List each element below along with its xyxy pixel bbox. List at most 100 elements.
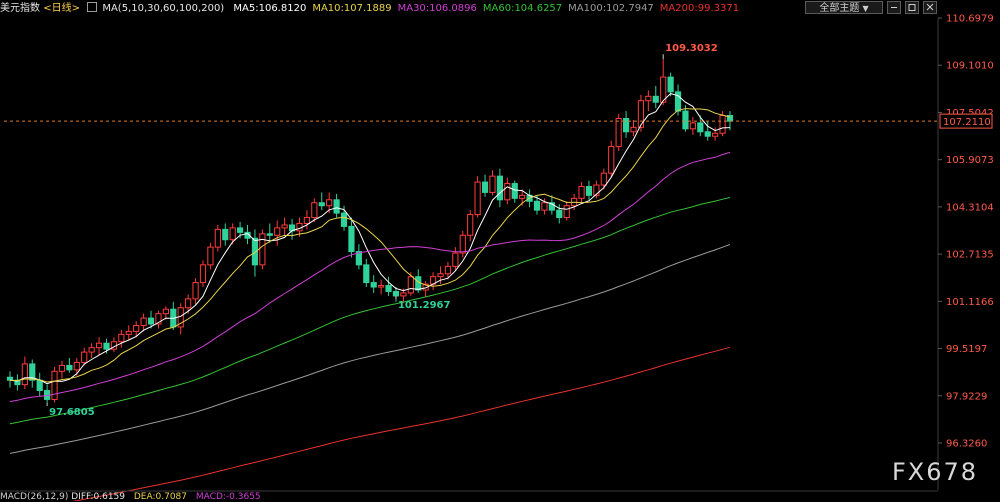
candle[interactable] <box>274 227 281 236</box>
header-period[interactable]: <日线> <box>43 3 80 14</box>
candle[interactable] <box>519 194 526 199</box>
candle[interactable] <box>303 217 311 224</box>
candle[interactable] <box>622 117 630 133</box>
candle[interactable] <box>489 175 496 193</box>
candle[interactable] <box>563 205 570 219</box>
candle[interactable] <box>608 146 615 174</box>
candle[interactable] <box>58 364 66 372</box>
candle[interactable] <box>73 361 80 371</box>
candle[interactable] <box>437 273 444 278</box>
candle[interactable] <box>266 233 273 236</box>
candle[interactable] <box>333 199 340 214</box>
candle[interactable] <box>378 285 385 288</box>
candle[interactable] <box>712 132 719 137</box>
annotation-label: 97.6805 <box>49 407 95 418</box>
candle[interactable] <box>600 172 607 186</box>
candle[interactable] <box>652 95 659 103</box>
candle[interactable] <box>95 342 103 349</box>
candle[interactable] <box>407 276 414 294</box>
candle[interactable] <box>192 282 199 300</box>
candle[interactable] <box>133 324 140 332</box>
candle[interactable] <box>415 276 422 291</box>
close-button[interactable] <box>923 1 937 14</box>
theme-dropdown[interactable]: 全部主题 ▼ <box>805 1 883 14</box>
candle[interactable] <box>326 199 333 207</box>
candle[interactable] <box>88 347 95 353</box>
candle[interactable] <box>222 228 229 241</box>
candle[interactable] <box>140 317 147 326</box>
candle[interactable] <box>496 175 503 201</box>
price-axis-label: 102.7135 <box>946 250 994 261</box>
price-axis-label: 110.6979 <box>946 14 994 25</box>
candle[interactable] <box>340 212 348 227</box>
candle[interactable] <box>237 227 244 233</box>
candle[interactable] <box>630 126 637 133</box>
candle[interactable] <box>51 370 58 400</box>
ma-value-label: MA100:102.7947 <box>568 3 654 14</box>
candle[interactable] <box>281 224 288 229</box>
candle[interactable] <box>615 117 622 148</box>
candle[interactable] <box>704 131 711 137</box>
price-axis-label: 99.5197 <box>946 344 987 355</box>
current-price-label: 107.2110 <box>943 117 991 128</box>
candle[interactable] <box>229 227 236 241</box>
price-axis-label: 105.9073 <box>946 155 994 166</box>
header-title: 美元指数 <box>0 3 40 14</box>
candle[interactable] <box>682 110 689 130</box>
candle[interactable] <box>533 200 541 211</box>
ma-spec: MA(5,10,30,60,100,200) <box>102 3 225 14</box>
candle[interactable] <box>481 181 489 193</box>
candle[interactable] <box>444 265 452 275</box>
candle[interactable] <box>541 202 548 211</box>
candle[interactable] <box>689 122 696 130</box>
candle[interactable] <box>667 76 674 93</box>
candle[interactable] <box>719 115 726 134</box>
candle[interactable] <box>585 185 593 196</box>
candle[interactable] <box>363 264 370 284</box>
candle[interactable] <box>392 290 400 297</box>
zoom-out-button[interactable] <box>887 1 901 14</box>
candle[interactable] <box>118 333 125 343</box>
candle[interactable] <box>259 233 266 266</box>
price-axis-label: 96.3260 <box>946 439 987 450</box>
candle[interactable] <box>400 292 407 297</box>
candle[interactable] <box>637 100 645 128</box>
candle[interactable] <box>578 185 585 199</box>
candle[interactable] <box>474 181 481 216</box>
candle[interactable] <box>207 246 214 266</box>
candle[interactable] <box>311 202 318 219</box>
annotation-label: 101.2967 <box>398 300 451 311</box>
candle[interactable] <box>467 214 474 236</box>
candle[interactable] <box>511 183 518 199</box>
candle[interactable] <box>556 209 563 219</box>
candle[interactable] <box>370 282 377 288</box>
candle[interactable] <box>214 228 221 248</box>
candle[interactable] <box>36 379 43 392</box>
candle[interactable] <box>103 342 110 350</box>
maximize-button[interactable] <box>905 1 919 14</box>
candle[interactable] <box>504 183 511 201</box>
candle[interactable] <box>697 122 704 133</box>
candle[interactable] <box>125 330 132 335</box>
ma-line <box>9 151 731 403</box>
candle[interactable] <box>6 376 14 381</box>
candle[interactable] <box>452 252 459 267</box>
minus-icon <box>891 7 897 8</box>
candle[interactable] <box>185 298 192 309</box>
candle[interactable] <box>81 351 88 363</box>
ma-line <box>72 346 731 501</box>
ma-value-label: MA5:106.8120 <box>233 3 307 14</box>
candle[interactable] <box>66 364 73 371</box>
price-chart[interactable]: 110.6979109.1010107.5042105.9073104.3104… <box>0 0 1000 501</box>
candle[interactable] <box>645 95 652 102</box>
candle[interactable] <box>162 308 169 315</box>
candle[interactable] <box>318 202 325 207</box>
candle[interactable] <box>199 264 207 284</box>
price-axis-label: 101.1166 <box>946 297 994 308</box>
candle[interactable] <box>348 225 355 253</box>
candle[interactable] <box>459 234 466 254</box>
candle[interactable] <box>147 317 155 325</box>
candle[interactable] <box>385 285 392 292</box>
chart-root: 110.6979 109.1010 107.5042 105.9073 104.3104… <box>0 0 1000 502</box>
candle[interactable] <box>21 363 28 386</box>
